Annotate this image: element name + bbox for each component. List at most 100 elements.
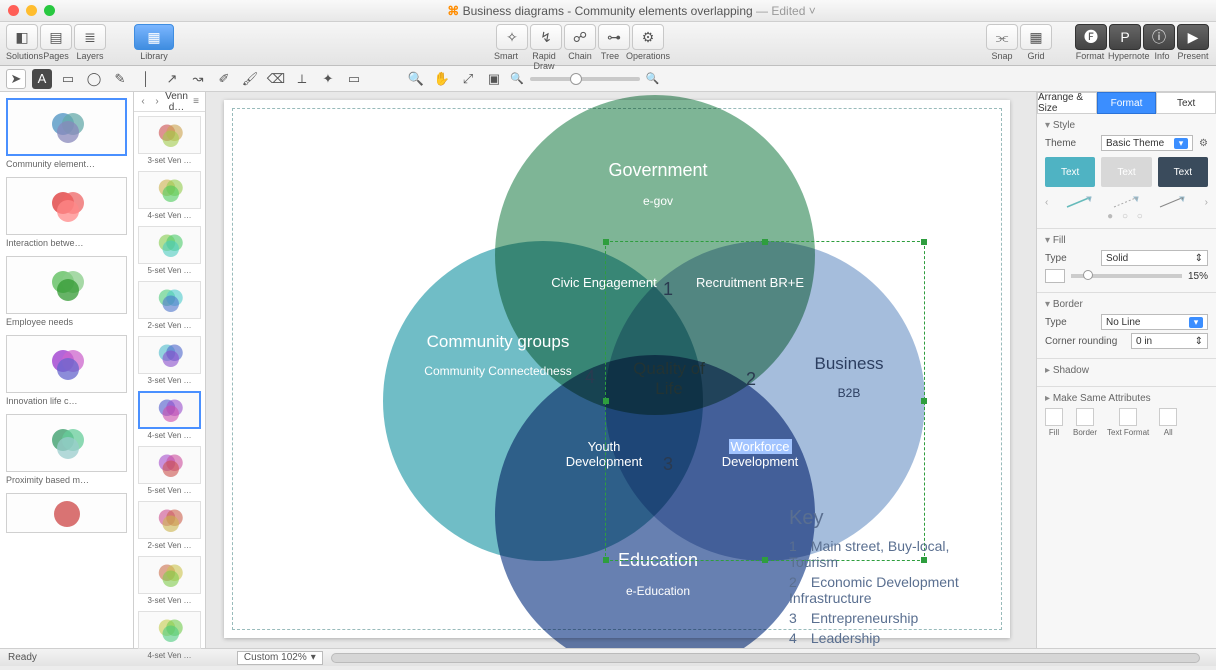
library-item-3[interactable]: 2-set Ven … [138,281,201,330]
page: Government e-gov Community groups Commun… [224,100,1010,638]
align-tool[interactable]: ▭ [344,69,364,89]
pages-button[interactable]: ▤ [40,24,72,50]
border-section[interactable]: Border [1045,299,1208,310]
minimize-window[interactable] [26,5,37,16]
same-border[interactable]: Border [1073,408,1097,437]
brush-tool[interactable]: 🖌 [240,69,260,89]
style-swatch-2[interactable]: Text [1101,157,1151,187]
page-thumb-community-elements[interactable]: Community element… [6,98,127,169]
shadow-section[interactable]: Shadow [1045,365,1208,376]
pointer-tool[interactable]: ➤ [6,69,26,89]
ellipse-tool[interactable]: ◯ [84,69,104,89]
actual-tool[interactable]: ▣ [484,69,504,89]
eraser-tool[interactable]: ⌫ [266,69,286,89]
zoom-out-icon[interactable]: 🔍 [406,69,426,89]
key-legend: Key 1 Main street, Buy-local, Tourism2 E… [789,507,1001,648]
style-swatch-1[interactable]: Text [1045,157,1095,187]
zoom-window[interactable] [44,5,55,16]
key-item-3: 3 Entrepreneurship [789,610,1001,626]
same-attr-section[interactable]: Make Same Attributes [1045,393,1208,404]
layers-label: Layers [74,51,106,61]
style-pager: ● ○ ○ [1045,211,1208,222]
library-item-4[interactable]: 3-set Ven … [138,336,201,385]
theme-label: Theme [1045,138,1095,149]
page-thumb-proximity[interactable]: Proximity based m… [6,414,127,485]
grid-button[interactable]: ▦ [1020,24,1052,50]
library-item-7[interactable]: 2-set Ven … [138,501,201,550]
hypernote-button[interactable]: P [1109,24,1141,50]
zoom-readout[interactable]: Custom 102% ▾ [237,651,323,665]
library-item-0[interactable]: 3-set Ven … [138,116,201,165]
document-title: ⌘ Business diagrams - Community elements… [55,4,1208,18]
canvas[interactable]: Government e-gov Community groups Commun… [206,92,1036,648]
library-button[interactable]: ▦ [134,24,174,50]
crop-tool[interactable]: ⟂ [292,69,312,89]
horizontal-scrollbar[interactable] [331,653,1200,663]
style-prev[interactable]: ‹ [1045,197,1048,208]
smart-button[interactable]: ✧ [496,24,528,50]
inspector-panel: Arrange & SizeFormatText Style Theme Bas… [1036,92,1216,648]
library-item-6[interactable]: 5-set Ven … [138,446,201,495]
main-toolbar: ◧ ▤ ≣ Solutions Pages Layers ▦ Library ✧… [0,22,1216,66]
fill-type-select[interactable]: Solid⇕ [1101,250,1208,266]
fill-section[interactable]: Fill [1045,235,1208,246]
key-item-2: 2 Economic Development Infrastructure [789,574,1001,606]
page-thumb-employee[interactable]: Employee needs [6,256,127,327]
tree-button[interactable]: ⊶ [598,24,630,50]
library-item-1[interactable]: 4-set Ven … [138,171,201,220]
close-window[interactable] [8,5,19,16]
lib-menu[interactable]: ≡ [189,96,203,107]
border-type-select[interactable]: No Line▾ [1101,314,1208,330]
zoom-minus-icon[interactable]: 🔍 [510,72,524,85]
corner-rounding-input[interactable]: 0 in⇕ [1131,333,1208,349]
library-item-9[interactable]: 4-set Ven … [138,611,201,660]
lib-next[interactable]: › [150,96,164,107]
style-section[interactable]: Style [1045,120,1208,131]
library-panel: ‹ › Venn d… ≡ 3-set Ven … 4-set Ven … 5-… [134,92,206,648]
arrow-tool[interactable]: ↗ [162,69,182,89]
chain-button[interactable]: ☍ [564,24,596,50]
page-thumb-innovation[interactable]: Innovation life c… [6,335,127,406]
opacity-slider[interactable] [1071,274,1182,278]
lib-prev[interactable]: ‹ [136,96,150,107]
eyedropper-tool[interactable]: ✐ [214,69,234,89]
fill-color-well[interactable] [1045,269,1065,283]
solutions-button[interactable]: ◧ [6,24,38,50]
same-text-format[interactable]: Text Format [1107,408,1149,437]
style-next[interactable]: › [1205,197,1208,208]
venn-diagram[interactable]: Government e-gov Community groups Commun… [233,109,1001,629]
text-tool[interactable]: A [32,69,52,89]
hand-tool[interactable]: ✋ [432,69,452,89]
theme-gear-icon[interactable]: ⚙ [1199,138,1208,149]
format-button[interactable]: 🅕 [1075,24,1107,50]
inspector-tab-arrange-size[interactable]: Arrange & Size [1037,92,1097,114]
same-fill[interactable]: Fill [1045,408,1063,437]
layers-button[interactable]: ≣ [74,24,106,50]
status-ready: Ready [8,652,37,663]
zoom-slider[interactable] [530,77,640,81]
operations-button[interactable]: ⚙ [632,24,664,50]
style-swatch-3[interactable]: Text [1158,157,1208,187]
present-button[interactable]: ▶ [1177,24,1209,50]
key-item-1: 1 Main street, Buy-local, Tourism [789,538,1001,570]
rect-tool[interactable]: ▭ [58,69,78,89]
theme-select[interactable]: Basic Theme▾ [1101,135,1193,151]
page-thumb-interaction[interactable]: Interaction betwe… [6,177,127,248]
inspector-tab-text[interactable]: Text [1156,92,1216,114]
library-title: Venn d… [164,91,189,113]
fit-tool[interactable]: ⤢ [458,69,478,89]
connector-tool[interactable]: ↝ [188,69,208,89]
library-item-5[interactable]: 4-set Ven … [138,391,201,440]
library-item-2[interactable]: 5-set Ven … [138,226,201,275]
same-all[interactable]: All [1159,408,1177,437]
wand-tool[interactable]: ✦ [318,69,338,89]
library-item-8[interactable]: 3-set Ven … [138,556,201,605]
label-government: Government e-gov [563,159,753,209]
zoom-plus-icon[interactable]: 🔍 [646,72,660,85]
inspector-tab-format[interactable]: Format [1097,92,1157,114]
rapid-draw-button[interactable]: ↯ [530,24,562,50]
info-button[interactable]: ⓘ [1143,24,1175,50]
snap-button[interactable]: ⫘ [986,24,1018,50]
line-tool[interactable]: │ [136,69,156,89]
pencil-tool[interactable]: ✎ [110,69,130,89]
